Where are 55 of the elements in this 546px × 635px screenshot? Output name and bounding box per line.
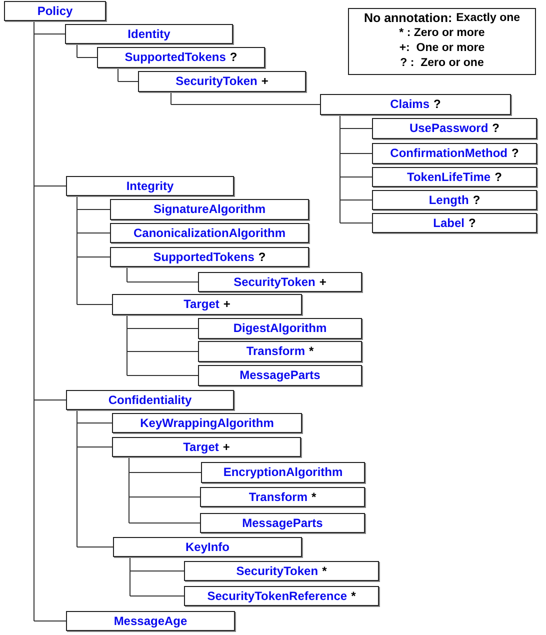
tree-connector	[126, 266, 198, 282]
cardinality-mark: ?	[492, 121, 500, 135]
cardinality-mark: *	[312, 490, 316, 504]
tree-connector	[76, 44, 98, 58]
cardinality-mark: ?	[494, 170, 502, 184]
cardinality-mark: ?	[258, 250, 266, 264]
cardinality-mark: ?	[230, 50, 238, 64]
legend-entry: ? : Zero or one	[400, 56, 484, 71]
element-name: KeyWrappingAlgorithm	[140, 416, 274, 430]
cardinality-mark: ?	[511, 146, 519, 160]
element-name: Claims	[390, 97, 430, 111]
element-name: TokenLifeTime	[407, 170, 491, 184]
element-name: DigestAlgorithm	[233, 321, 327, 335]
element-name: Target	[183, 440, 219, 454]
legend-entry: * : Zero or more	[399, 26, 485, 41]
element-name: KeyInfo	[185, 540, 230, 554]
cardinality-mark: ?	[472, 193, 480, 207]
element-name: MessageParts	[240, 368, 320, 382]
element-name: Identity	[128, 27, 170, 41]
element-name: Policy	[37, 4, 73, 18]
element-name: Integrity	[126, 179, 174, 193]
element-name: SecurityToken	[176, 74, 258, 88]
cardinality-mark: *	[322, 564, 327, 578]
legend-entry: +: One or more	[399, 41, 485, 56]
element-name: SecurityTokenReference	[207, 589, 348, 603]
tree-connector	[118, 68, 138, 82]
element-name: MessageParts	[242, 516, 323, 530]
element-name: CanonicalizationAlgorithm	[133, 226, 286, 240]
cardinality-mark: +	[261, 74, 268, 88]
element-name: SupportedTokens	[153, 250, 254, 264]
cardinality-mark: ?	[468, 216, 476, 230]
legend-text: Exactly one	[456, 11, 520, 26]
element-name: Label	[433, 216, 464, 230]
element-name: SignatureAlgorithm	[153, 202, 266, 216]
cardinality-mark: +	[222, 440, 230, 454]
element-name: EncryptionAlgorithm	[223, 465, 343, 479]
element-name: MessageAge	[114, 614, 188, 628]
tree-connector	[126, 314, 198, 376]
cardinality-mark: *	[351, 589, 356, 603]
element-name: Transform	[246, 344, 305, 358]
element-name: SecurityToken	[236, 564, 318, 578]
cardinality-mark: +	[319, 275, 326, 289]
element-name: Transform	[248, 490, 308, 504]
element-name: Target	[184, 297, 220, 311]
element-name: SecurityToken	[234, 275, 316, 289]
cardinality-mark: *	[309, 344, 314, 358]
element-name: Length	[428, 193, 469, 207]
legend-title: No annotation:	[364, 11, 452, 26]
cardinality-mark: +	[223, 297, 230, 311]
element-name: UsePassword	[409, 121, 488, 135]
element-name: SupportedTokens	[124, 50, 226, 64]
cardinality-mark: ?	[434, 97, 441, 111]
element-name: ConfirmationMethod	[390, 146, 508, 160]
tree-connector	[130, 556, 184, 596]
element-name: Confidentiality	[108, 393, 192, 407]
